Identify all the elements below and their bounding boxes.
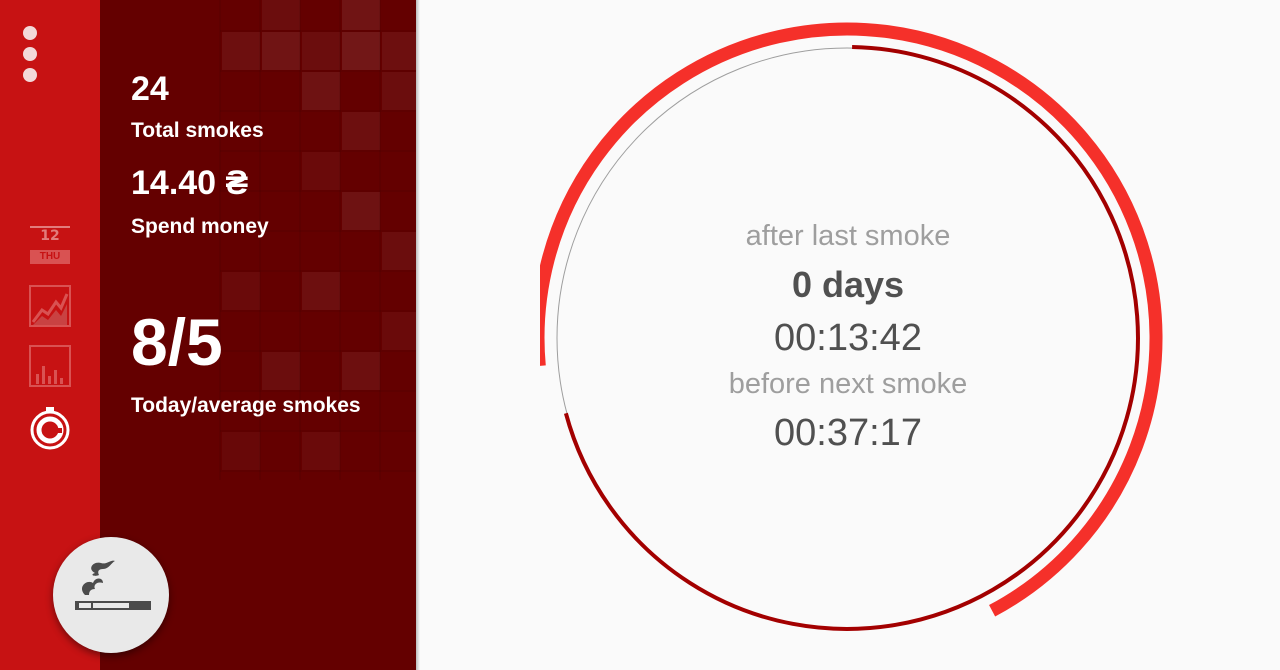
elapsed-time: 00:13:42: [774, 317, 922, 359]
total-smokes-value: 24: [131, 70, 169, 108]
panel-shadow: [416, 0, 420, 670]
bar-chart-icon: [29, 345, 71, 387]
more-menu-button[interactable]: [16, 26, 44, 82]
nav-statistics[interactable]: [28, 344, 72, 388]
calendar-day: THU: [30, 250, 70, 264]
nav-trend[interactable]: [28, 284, 72, 328]
before-next-smoke-label: before next smoke: [728, 368, 968, 400]
calendar-date: 12: [40, 228, 60, 244]
days-since-value: 0 days: [791, 264, 905, 305]
more-vert-icon: [23, 26, 37, 40]
calendar-icon: 12 THU: [28, 224, 72, 268]
more-vert-icon-dot: [23, 68, 37, 82]
line-chart-icon: [29, 285, 71, 327]
add-smoke-button[interactable]: [53, 537, 169, 653]
after-last-smoke-label: after last smoke: [745, 220, 951, 252]
nav-timer[interactable]: [28, 406, 72, 450]
nav-calendar[interactable]: 12 THU: [28, 224, 72, 268]
spend-money-value: 14.40 ₴: [131, 164, 249, 202]
total-smokes-label: Total smokes: [131, 119, 264, 142]
more-vert-icon-dot: [23, 47, 37, 61]
remaining-time: 00:37:17: [774, 412, 922, 454]
today-average-label: Today/average smokes: [131, 394, 361, 417]
today-average-value: 8/5: [131, 305, 223, 379]
timer-icon: [30, 407, 70, 450]
spend-money-label: Spend money: [131, 215, 269, 238]
cigarette-icon: [75, 560, 151, 610]
